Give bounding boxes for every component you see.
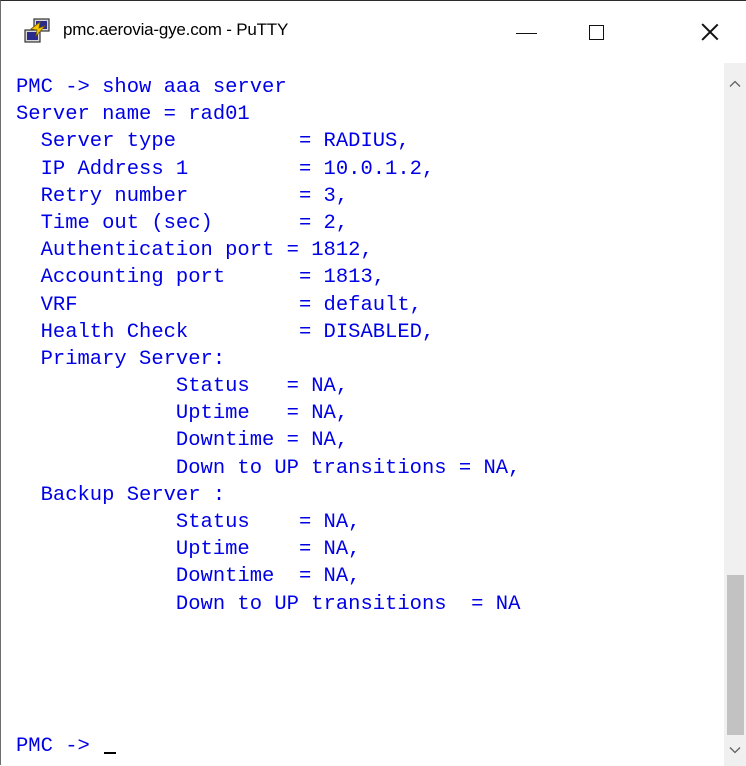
terminal-line: PMC -> show aaa server — [16, 76, 287, 99]
maximize-icon — [588, 24, 604, 40]
terminal-line: Retry number = 3, — [16, 184, 349, 208]
terminal-line: Status = NA, — [16, 511, 361, 534]
text-cursor — [104, 752, 117, 754]
terminal-line: Downtime = NA, — [16, 565, 361, 589]
scroll-down-button[interactable] — [724, 739, 746, 761]
terminal-line: Server name = rad01 — [16, 103, 250, 127]
terminal-line: Uptime = NA, — [16, 538, 361, 562]
terminal-line: Server type = RADIUS, — [16, 130, 410, 154]
terminal-output: PMC -> show aaa server Server name = rad0… — [16, 74, 520, 618]
terminal-line: Primary Server: — [16, 347, 226, 371]
terminal-line: Down to UP transitions = NA — [16, 592, 521, 616]
scroll-thumb[interactable] — [727, 575, 744, 735]
terminal-line: Status = NA, — [16, 375, 349, 399]
terminal-line: Uptime = NA, — [16, 402, 349, 426]
maximize-button[interactable] — [561, 1, 631, 63]
close-icon — [701, 23, 719, 41]
close-button[interactable] — [673, 1, 746, 63]
terminal-line: VRF = default, — [16, 293, 422, 317]
prompt-text: PMC -> — [16, 735, 103, 758]
terminal-line: IP Address 1 = 10.0.1.2, — [16, 157, 435, 181]
title-bar[interactable]: pmc.aerovia-gye.com - PuTTY — [1, 1, 746, 63]
terminal-line: Backup Server : — [16, 483, 226, 507]
putty-window: pmc.aerovia-gye.com - PuTTY PMC -> show … — [0, 0, 746, 766]
terminal-line: Down to UP transitions = NA, — [16, 456, 521, 480]
command-prompt[interactable]: PMC -> — [16, 733, 117, 760]
terminal-line: Accounting port = 1813, — [16, 266, 386, 290]
terminal-line: Downtime = NA, — [16, 429, 349, 453]
chevron-up-icon — [729, 80, 741, 87]
terminal-line: Authentication port = 1812, — [16, 239, 373, 263]
minimize-button[interactable] — [491, 1, 561, 63]
window-title: pmc.aerovia-gye.com - PuTTY — [63, 20, 289, 39]
chevron-down-icon — [729, 747, 741, 754]
vertical-scrollbar[interactable] — [724, 63, 746, 766]
minimize-icon — [515, 32, 537, 34]
terminal-line: Health Check = DISABLED, — [16, 320, 435, 344]
scroll-up-button[interactable] — [724, 73, 746, 95]
putty-icon[interactable] — [22, 17, 52, 47]
terminal-area[interactable]: PMC -> show aaa server Server name = rad0… — [1, 63, 724, 766]
terminal-line: Time out (sec) = 2, — [16, 211, 349, 235]
